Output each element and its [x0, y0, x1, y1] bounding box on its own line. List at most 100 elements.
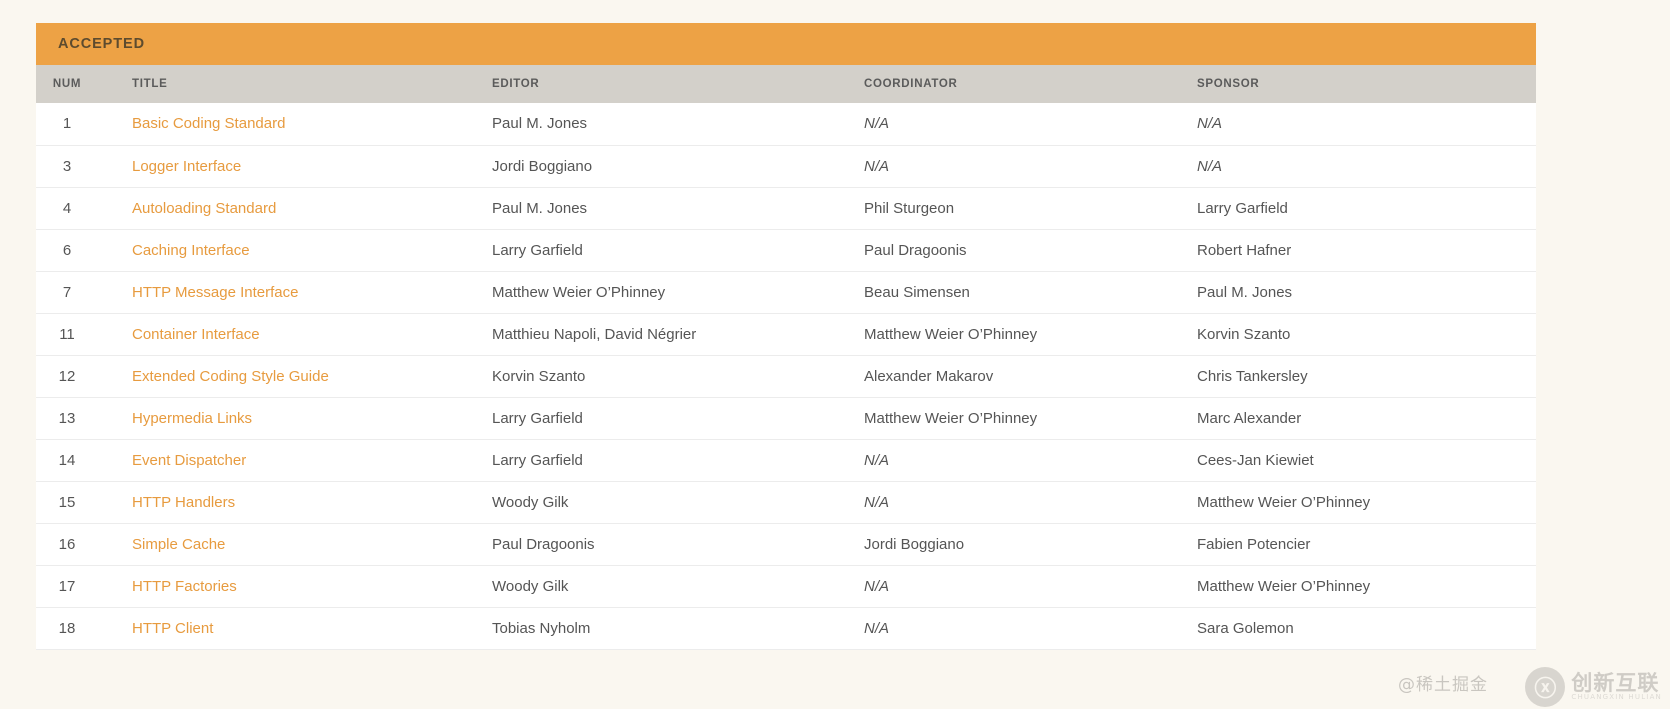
- column-header-title: TITLE: [132, 65, 492, 103]
- cell-editor: Tobias Nyholm: [492, 607, 864, 650]
- header-row: NUM TITLE EDITOR COORDINATOR SPONSOR: [36, 65, 1536, 103]
- cell-sponsor: Marc Alexander: [1197, 397, 1536, 440]
- cell-editor: Woody Gilk: [492, 565, 864, 608]
- cell-title: HTTP Factories: [132, 565, 492, 608]
- table-row: 15 HTTP Handlers Woody Gilk N/A Matthew Weie…: [36, 481, 1536, 524]
- cell-coordinator: Alexander Makarov: [864, 355, 1197, 398]
- cell-editor: Paul M. Jones: [492, 103, 864, 146]
- table-row: 16 Simple Cache Paul Dragoonis Jordi Boggia…: [36, 523, 1536, 566]
- cell-sponsor: N/A: [1197, 103, 1536, 146]
- table-row: 6 Caching Interface Larry Garfield Paul Dra…: [36, 229, 1536, 272]
- table-caption-accepted: ACCEPTED: [36, 23, 1536, 65]
- cell-sponsor: Matthew Weier O’Phinney: [1197, 481, 1536, 524]
- cell-title: Event Dispatcher: [132, 439, 492, 482]
- cell-num: 3: [36, 145, 132, 188]
- table-row: 7 HTTP Message Interface Matthew Weier O’P…: [36, 271, 1536, 314]
- psr-title-link[interactable]: Caching Interface: [132, 242, 250, 259]
- cell-editor: Matthew Weier O’Phinney: [492, 271, 864, 314]
- cell-sponsor: Sara Golemon: [1197, 607, 1536, 650]
- cell-editor: Larry Garfield: [492, 439, 864, 482]
- cell-coordinator: N/A: [864, 481, 1197, 524]
- psr-title-link[interactable]: Basic Coding Standard: [132, 115, 285, 132]
- table-row: 4 Autoloading Standard Paul M. Jones Phil S…: [36, 187, 1536, 230]
- psr-title-link[interactable]: Simple Cache: [132, 536, 225, 553]
- column-header-num: NUM: [36, 65, 132, 103]
- cell-coordinator: N/A: [864, 565, 1197, 608]
- cell-sponsor: Chris Tankersley: [1197, 355, 1536, 398]
- cdxwl-logo-watermark: ⓧ 创新互联 CHUANGXIN HULIAN: [1525, 667, 1662, 707]
- cell-num: 15: [36, 481, 132, 524]
- cell-title: HTTP Client: [132, 607, 492, 650]
- cell-num: 14: [36, 439, 132, 482]
- cell-title: HTTP Handlers: [132, 481, 492, 524]
- cell-coordinator: Jordi Boggiano: [864, 523, 1197, 566]
- column-header-coordinator: COORDINATOR: [864, 65, 1197, 103]
- cell-editor: Paul Dragoonis: [492, 523, 864, 566]
- cell-sponsor: Matthew Weier O’Phinney: [1197, 565, 1536, 608]
- psr-title-link[interactable]: HTTP Factories: [132, 578, 237, 595]
- psr-title-link[interactable]: Hypermedia Links: [132, 410, 252, 427]
- cell-coordinator: Matthew Weier O’Phinney: [864, 313, 1197, 356]
- cell-title: HTTP Message Interface: [132, 271, 492, 314]
- psr-title-link[interactable]: HTTP Client: [132, 620, 213, 637]
- cell-title: Logger Interface: [132, 145, 492, 188]
- cell-num: 18: [36, 607, 132, 650]
- cell-coordinator: N/A: [864, 607, 1197, 650]
- cell-num: 6: [36, 229, 132, 272]
- cell-sponsor: Larry Garfield: [1197, 187, 1536, 230]
- cell-coordinator: Phil Sturgeon: [864, 187, 1197, 230]
- cell-num: 11: [36, 313, 132, 356]
- juejin-watermark: @稀土掘金: [1398, 675, 1488, 695]
- cell-coordinator: N/A: [864, 103, 1197, 146]
- cell-sponsor: Fabien Potencier: [1197, 523, 1536, 566]
- cell-editor: Matthieu Napoli, David Négrier: [492, 313, 864, 356]
- cell-editor: Jordi Boggiano: [492, 145, 864, 188]
- psr-title-link[interactable]: HTTP Handlers: [132, 494, 235, 511]
- cell-editor: Paul M. Jones: [492, 187, 864, 230]
- cell-num: 17: [36, 565, 132, 608]
- cell-num: 7: [36, 271, 132, 314]
- cell-sponsor: Paul M. Jones: [1197, 271, 1536, 314]
- cell-editor: Larry Garfield: [492, 229, 864, 272]
- psr-title-link[interactable]: Container Interface: [132, 326, 260, 343]
- table-row: 14 Event Dispatcher Larry Garfield N/A Cees-…: [36, 439, 1536, 482]
- cell-coordinator: Matthew Weier O’Phinney: [864, 397, 1197, 440]
- cell-num: 4: [36, 187, 132, 230]
- cell-title: Extended Coding Style Guide: [132, 355, 492, 398]
- cell-title: Autoloading Standard: [132, 187, 492, 230]
- cell-sponsor: Korvin Szanto: [1197, 313, 1536, 356]
- logo-text-cn: 创新互联: [1571, 671, 1660, 696]
- cell-editor: Korvin Szanto: [492, 355, 864, 398]
- cell-coordinator: Paul Dragoonis: [864, 229, 1197, 272]
- table-row: 3 Logger Interface Jordi Boggiano N/A N/A: [36, 145, 1536, 188]
- table-body: 1 Basic Coding Standard Paul M. Jones N/A N/…: [36, 103, 1536, 650]
- logo-text-en: CHUANGXIN HULIAN: [1571, 693, 1662, 702]
- cell-coordinator: N/A: [864, 145, 1197, 188]
- cell-num: 12: [36, 355, 132, 398]
- table-row: 1 Basic Coding Standard Paul M. Jones N/A N/…: [36, 103, 1536, 146]
- cell-title: Simple Cache: [132, 523, 492, 566]
- table-row: 18 HTTP Client Tobias Nyholm N/A Sara Golemo…: [36, 607, 1536, 650]
- cell-title: Hypermedia Links: [132, 397, 492, 440]
- table-header: NUM TITLE EDITOR COORDINATOR SPONSOR: [36, 65, 1536, 103]
- table-row: 13 Hypermedia Links Larry Garfield Matthew …: [36, 397, 1536, 440]
- cell-num: 1: [36, 103, 132, 146]
- column-header-sponsor: SPONSOR: [1197, 65, 1536, 103]
- cell-num: 13: [36, 397, 132, 440]
- logo-text-group: 创新互联 CHUANGXIN HULIAN: [1571, 672, 1662, 701]
- cell-editor: Larry Garfield: [492, 397, 864, 440]
- cell-sponsor: Robert Hafner: [1197, 229, 1536, 272]
- cell-sponsor: Cees-Jan Kiewiet: [1197, 439, 1536, 482]
- cell-title: Basic Coding Standard: [132, 103, 492, 146]
- cell-title: Caching Interface: [132, 229, 492, 272]
- psr-title-link[interactable]: Logger Interface: [132, 158, 241, 175]
- accepted-psr-table-container: ACCEPTED NUM TITLE EDITOR COORDINATOR SP…: [36, 23, 1536, 709]
- psr-title-link[interactable]: Extended Coding Style Guide: [132, 368, 329, 385]
- cell-coordinator: N/A: [864, 439, 1197, 482]
- psr-title-link[interactable]: Autoloading Standard: [132, 200, 276, 217]
- table-row: 11 Container Interface Matthieu Napoli, Da…: [36, 313, 1536, 356]
- psr-title-link[interactable]: Event Dispatcher: [132, 452, 246, 469]
- psr-title-link[interactable]: HTTP Message Interface: [132, 284, 298, 301]
- cell-sponsor: N/A: [1197, 145, 1536, 188]
- cell-editor: Woody Gilk: [492, 481, 864, 524]
